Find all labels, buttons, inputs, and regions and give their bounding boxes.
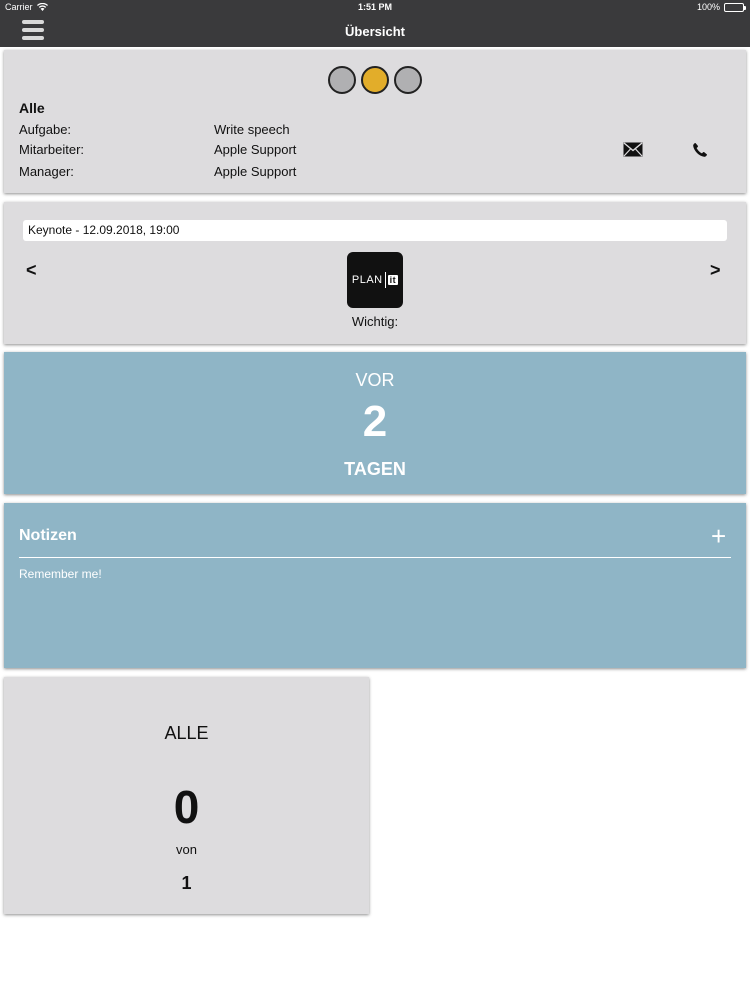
page-title: Übersicht — [345, 24, 405, 39]
tasks-label: ALLE — [164, 723, 209, 743]
status-dot-2[interactable] — [361, 66, 389, 94]
next-event-button[interactable]: > — [710, 260, 721, 281]
status-right: 100% — [696, 2, 746, 12]
battery-icon — [724, 2, 746, 12]
status-dots — [328, 66, 422, 94]
countdown-prefix: VOR — [355, 370, 395, 390]
status-bar: Carrier 1:51 PM 100% — [0, 0, 750, 15]
notes-title: Notizen — [19, 527, 77, 544]
status-dot-1[interactable] — [328, 66, 356, 94]
task-label: Aufgabe: — [19, 122, 72, 137]
phone-icon[interactable] — [692, 142, 708, 158]
tasks-count-card[interactable]: ALLE 0 von 1 — [4, 677, 369, 914]
tasks-done-count: 0 — [173, 781, 200, 833]
logo-text: PLAN — [351, 274, 383, 286]
battery-percent: 100% — [696, 2, 720, 12]
nav-bar: Übersicht — [0, 15, 750, 47]
planit-logo: PLAN it — [347, 252, 403, 308]
manager-value: Apple Support — [214, 164, 297, 179]
tasks-total-count: 1 — [181, 873, 192, 893]
status-time: 1:51 PM — [357, 2, 392, 12]
add-note-button[interactable]: + — [711, 523, 726, 549]
employee-value: Apple Support — [214, 142, 297, 157]
notes-card: Notizen + Remember me! — [4, 503, 746, 668]
task-value: Write speech — [214, 122, 290, 137]
event-title-field[interactable]: Keynote - 12.09.2018, 19:00 — [23, 220, 727, 241]
employee-label: Mitarbeiter: — [19, 142, 85, 157]
tasks-of-label: von — [176, 842, 197, 857]
countdown-unit: TAGEN — [344, 459, 406, 479]
note-text[interactable]: Remember me! — [19, 567, 102, 581]
mail-icon[interactable] — [623, 142, 643, 157]
summary-card: Alle Aufgabe: Write speech Mitarbeiter: … — [4, 50, 746, 193]
importance-label: Wichtig: — [351, 314, 399, 329]
manager-label: Manager: — [19, 164, 74, 179]
event-card: Keynote - 12.09.2018, 19:00 < PLAN it > … — [4, 202, 746, 344]
logo-badge: it — [387, 275, 399, 285]
filter-title: Alle — [19, 100, 45, 116]
countdown-value: 2 — [362, 397, 388, 446]
countdown-card: VOR 2 TAGEN — [4, 352, 746, 494]
previous-event-button[interactable]: < — [26, 260, 37, 281]
notes-divider — [19, 557, 731, 558]
status-dot-3[interactable] — [394, 66, 422, 94]
